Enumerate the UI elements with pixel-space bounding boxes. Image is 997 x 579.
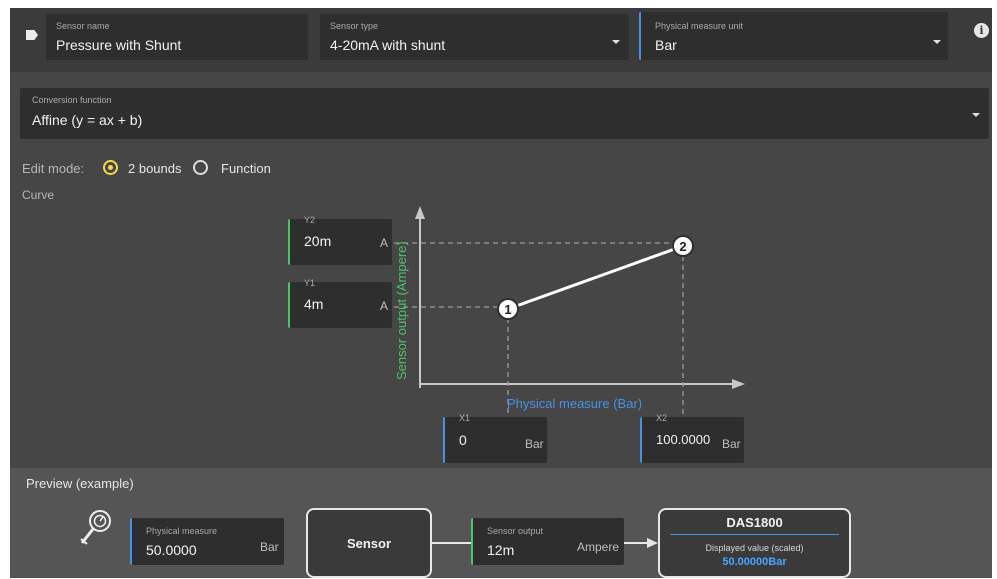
x1-value: 0	[459, 432, 467, 448]
affine-curve	[507, 244, 684, 311]
point-1-label: 1	[504, 302, 511, 317]
y2-value: 20m	[304, 233, 332, 249]
preview-sensor-output-label: Sensor output	[487, 526, 544, 536]
x-axis-arrowhead	[732, 379, 745, 389]
x1-label: X1	[459, 413, 471, 423]
x2-field[interactable]: X2 100.0000 Bar	[640, 413, 744, 463]
point-2-label: 2	[679, 239, 686, 254]
preview-sensor-output-value: 12m	[487, 542, 515, 558]
y2-field[interactable]: Y2 20m A	[288, 215, 392, 265]
x2-label: X2	[656, 413, 668, 423]
sensor-config-panel: Sensor name Pressure with Shunt Sensor t…	[10, 8, 992, 578]
y2-unit: A	[380, 236, 389, 250]
device-value: 50.00000Bar	[722, 556, 787, 568]
y-axis-label: Sensor output (Ampere)	[394, 241, 409, 380]
x1-field[interactable]: X1 0 Bar	[443, 413, 547, 463]
preview-section: Preview (example) Physical measure 50.00…	[10, 468, 992, 578]
point-2-marker[interactable]: 2	[672, 235, 694, 257]
device-name: DAS1800	[726, 515, 783, 530]
y-axis-arrowhead	[415, 206, 425, 219]
das1800-device-box: DAS1800 Displayed value (scaled) 50.0000…	[658, 508, 851, 578]
point-1-marker[interactable]: 1	[497, 298, 519, 320]
x-axis-label: Physical measure (Bar)	[507, 396, 642, 411]
x2-unit: Bar	[722, 437, 741, 451]
x1-unit: Bar	[525, 437, 544, 451]
preview-sensor-output-field[interactable]: Sensor output 12m Ampere	[471, 518, 624, 565]
preview-sensor-output-unit: Ampere	[577, 540, 620, 554]
device-divider	[670, 534, 839, 535]
y1-field[interactable]: Y1 4m A	[288, 278, 392, 328]
y1-unit: A	[380, 299, 389, 313]
y1-label: Y1	[304, 278, 316, 288]
y2-label: Y2	[304, 215, 316, 225]
device-value-label: Displayed value (scaled)	[705, 543, 804, 553]
y1-value: 4m	[304, 296, 324, 312]
x2-value: 100.0000	[656, 432, 711, 447]
curve-chart: 1 2 Sensor output (Ampere) Physical meas…	[394, 206, 745, 428]
